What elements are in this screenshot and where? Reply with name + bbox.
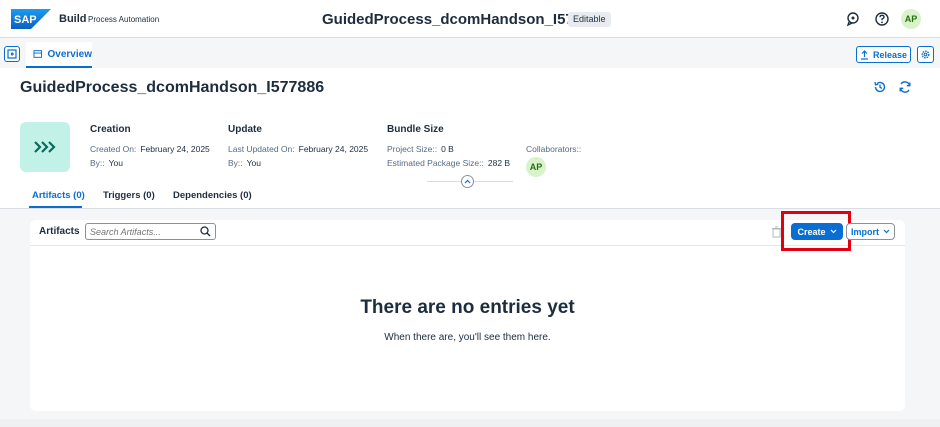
updated-by-field: By:: You [228,158,261,168]
tab-triggers[interactable]: Triggers (0) [103,190,155,201]
import-button[interactable]: Import [846,223,895,240]
created-by-field: By:: You [90,158,123,168]
artifacts-title: Artifacts [39,226,80,237]
status-badge: Editable [568,12,611,27]
navigate-back-icon [7,49,17,59]
refresh-icon[interactable] [898,80,912,94]
user-avatar[interactable]: AP [901,9,921,29]
bundle-size-label: Bundle Size [387,124,444,135]
back-button[interactable] [4,46,20,62]
help-icon[interactable] [874,11,890,27]
chevron-down-icon [830,229,836,234]
page-footer-strip [0,419,940,427]
history-icon[interactable] [873,80,887,94]
create-button[interactable]: Create [791,223,843,240]
artifacts-toolbar: Artifacts Create Import [30,211,905,251]
shell-bar: SAP Build Process Automation GuidedProce… [0,0,940,38]
page-title: GuidedProcess_dcomHandson_I577886 [20,79,325,96]
release-label: Release [872,49,908,60]
product-subtitle: Process Automation [88,15,160,24]
creation-label: Creation [90,124,131,135]
search-input[interactable] [85,223,216,240]
empty-state-subtitle: When there are, you'll see them here. [384,332,551,343]
settings-button[interactable] [917,46,934,63]
sap-logo[interactable]: SAP [11,9,51,29]
delete-icon[interactable] [771,226,782,238]
update-label: Update [228,124,262,135]
upload-icon [860,49,868,60]
last-updated-field: Last Updated On: February 24, 2025 [228,144,369,154]
notifications-icon[interactable] [845,11,861,27]
process-tile [20,122,70,172]
gear-icon [921,50,930,59]
tab-overview[interactable]: Overview [26,42,92,68]
object-tab-bar: Overview Release [0,42,940,68]
package-size-field: Estimated Package Size:: 282 B [387,158,511,168]
tab-dependencies[interactable]: Dependencies (0) [173,190,252,201]
process-chevrons-icon [34,141,56,153]
overview-icon [33,50,43,58]
project-title: GuidedProcess_dcomHandson_I577886 [322,11,608,28]
empty-state-title: There are no entries yet [360,297,575,318]
created-on-field: Created On: February 24, 2025 [90,144,210,154]
collapse-header-button[interactable] [461,175,474,188]
create-label: Create [797,226,826,237]
object-page-header: GuidedProcess_dcomHandson_I577886 Creati… [0,68,940,209]
collaborators-label: Collaborators:: [526,144,582,154]
release-button[interactable]: Release [856,46,911,63]
artifacts-panel: Artifacts Create Import There are no ent… [30,211,905,411]
tab-artifacts[interactable]: Artifacts (0) [32,190,85,201]
collaborator-avatar[interactable]: AP [526,157,546,177]
svg-text:SAP: SAP [14,14,37,26]
chevron-down-icon [883,229,890,234]
product-name: Build [59,13,87,25]
chevron-up-icon [464,179,471,184]
import-label: Import [851,226,879,237]
tab-overview-label: Overview [47,48,92,60]
search-icon[interactable] [200,226,211,237]
header-divider [0,208,940,209]
project-size-field: Project Size:: 0 B [387,144,454,154]
